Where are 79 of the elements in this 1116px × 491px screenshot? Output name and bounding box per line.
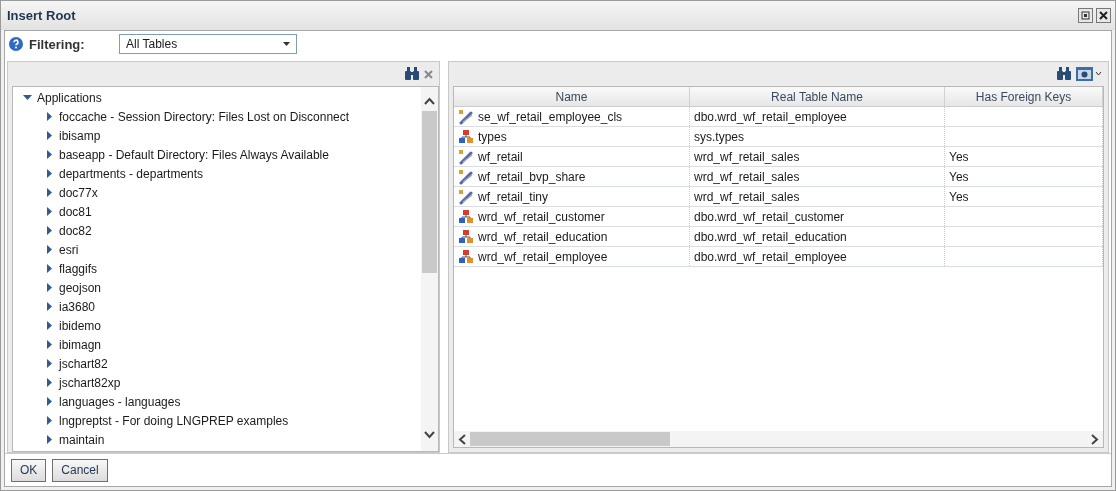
help-icon[interactable] <box>9 37 23 51</box>
column-header[interactable]: Real Table Name <box>690 87 945 106</box>
cancel-button[interactable]: Cancel <box>52 458 108 482</box>
collapsed-arrow-icon[interactable] <box>45 112 54 121</box>
dropdown-caret-icon[interactable] <box>283 42 290 46</box>
table-cell: wf_retail <box>454 147 690 166</box>
collapsed-arrow-icon[interactable] <box>45 340 54 349</box>
view-options-icon[interactable] <box>1076 66 1102 82</box>
collapsed-arrow-icon[interactable] <box>45 397 54 406</box>
collapsed-arrow-icon[interactable] <box>45 207 54 216</box>
vertical-scrollbar[interactable] <box>421 87 438 451</box>
tree-item[interactable]: doc77x <box>59 185 98 200</box>
table-cell: wrd_wf_retail_customer <box>454 207 690 226</box>
tree-item[interactable]: ibisamp <box>59 128 101 143</box>
collapsed-arrow-icon[interactable] <box>45 416 54 425</box>
search-icon[interactable] <box>404 67 420 81</box>
collapsed-arrow-icon[interactable] <box>45 169 54 178</box>
tree-item[interactable]: Applications <box>37 90 102 105</box>
collapsed-arrow-icon[interactable] <box>45 378 54 387</box>
collapsed-arrow-icon[interactable] <box>45 131 54 140</box>
scroll-down-icon[interactable] <box>424 431 435 439</box>
collapsed-arrow-icon[interactable] <box>45 226 54 235</box>
tree-item[interactable]: doc81 <box>59 204 92 219</box>
collapsed-arrow-icon[interactable] <box>45 302 54 311</box>
collapsed-arrow-icon[interactable] <box>45 150 54 159</box>
table-cell: wf_retail_bvp_share <box>454 167 690 186</box>
table-cell: Yes <box>945 187 1103 206</box>
tree-item[interactable]: departments - departments <box>59 166 204 181</box>
scroll-right-icon[interactable] <box>1091 433 1099 445</box>
table-cell: dbo.wrd_wf_retail_employee <box>690 107 945 126</box>
expanded-arrow-icon[interactable] <box>23 93 32 102</box>
table-cell: wrd_wf_retail_employee <box>454 247 690 266</box>
close-icon[interactable] <box>424 69 433 79</box>
collapsed-arrow-icon[interactable] <box>45 245 54 254</box>
window-title: Insert Root <box>7 8 76 23</box>
close-button[interactable] <box>1096 8 1111 23</box>
table-cell: types <box>454 127 690 146</box>
tree-item[interactable]: jschart82 <box>59 356 108 371</box>
tree-item[interactable]: baseapp - Default Directory: Files Always Available <box>59 147 329 162</box>
tree-item[interactable]: foccache - Session Directory: Files Lost on Disconnect <box>59 109 350 124</box>
scroll-up-icon[interactable] <box>424 97 435 105</box>
tree-item[interactable]: flaggifs <box>59 261 98 276</box>
collapsed-arrow-icon[interactable] <box>45 264 54 273</box>
ok-button[interactable]: OK <box>11 458 47 482</box>
table-cell: wrd_wf_retail_sales <box>690 187 945 206</box>
horizontal-scrollbar[interactable] <box>454 431 1103 447</box>
filter-dropdown[interactable]: All Tables <box>119 34 297 54</box>
table-cell: dbo.wrd_wf_retail_education <box>690 227 945 246</box>
restore-button[interactable] <box>1078 8 1093 23</box>
filter-label: Filtering: <box>29 36 86 52</box>
tree-item[interactable]: jschart82xp <box>59 375 121 390</box>
collapsed-arrow-icon[interactable] <box>45 188 54 197</box>
table-cell: Yes <box>945 167 1103 186</box>
tree-item[interactable]: maintain <box>59 432 105 447</box>
table-cell: wrd_wf_retail_sales <box>690 167 945 186</box>
table-cell: sys.types <box>690 127 945 146</box>
collapsed-arrow-icon[interactable] <box>45 321 54 330</box>
tree-item[interactable]: esri <box>59 242 79 257</box>
collapsed-arrow-icon[interactable] <box>45 283 54 292</box>
table-cell: wrd_wf_retail_sales <box>690 147 945 166</box>
table-cell: dbo.wrd_wf_retail_customer <box>690 207 945 226</box>
table-cell: wf_retail_tiny <box>454 187 690 206</box>
table-cell: wrd_wf_retail_education <box>454 227 690 246</box>
tree-item[interactable]: ibimagn <box>59 337 102 352</box>
tree-item[interactable]: doc82 <box>59 223 92 238</box>
collapsed-arrow-icon[interactable] <box>45 359 54 368</box>
table-cell: Yes <box>945 147 1103 166</box>
column-header[interactable]: Name <box>454 87 690 106</box>
tree-item[interactable]: ibidemo <box>59 318 102 333</box>
tree-item[interactable]: lngpreptst - For doing LNGPREP examples <box>59 413 289 428</box>
tree-item[interactable]: geojson <box>59 280 102 295</box>
search-icon[interactable] <box>1056 67 1072 81</box>
tree-item[interactable]: languages - languages <box>59 394 181 409</box>
column-header[interactable]: Has Foreign Keys <box>945 87 1103 106</box>
scroll-left-icon[interactable] <box>458 433 466 445</box>
collapsed-arrow-icon[interactable] <box>45 435 54 444</box>
table-cell: dbo.wrd_wf_retail_employee <box>690 247 945 266</box>
table-cell: se_wf_retail_employee_cls <box>454 107 690 126</box>
tree-item[interactable]: ia3680 <box>59 299 96 314</box>
